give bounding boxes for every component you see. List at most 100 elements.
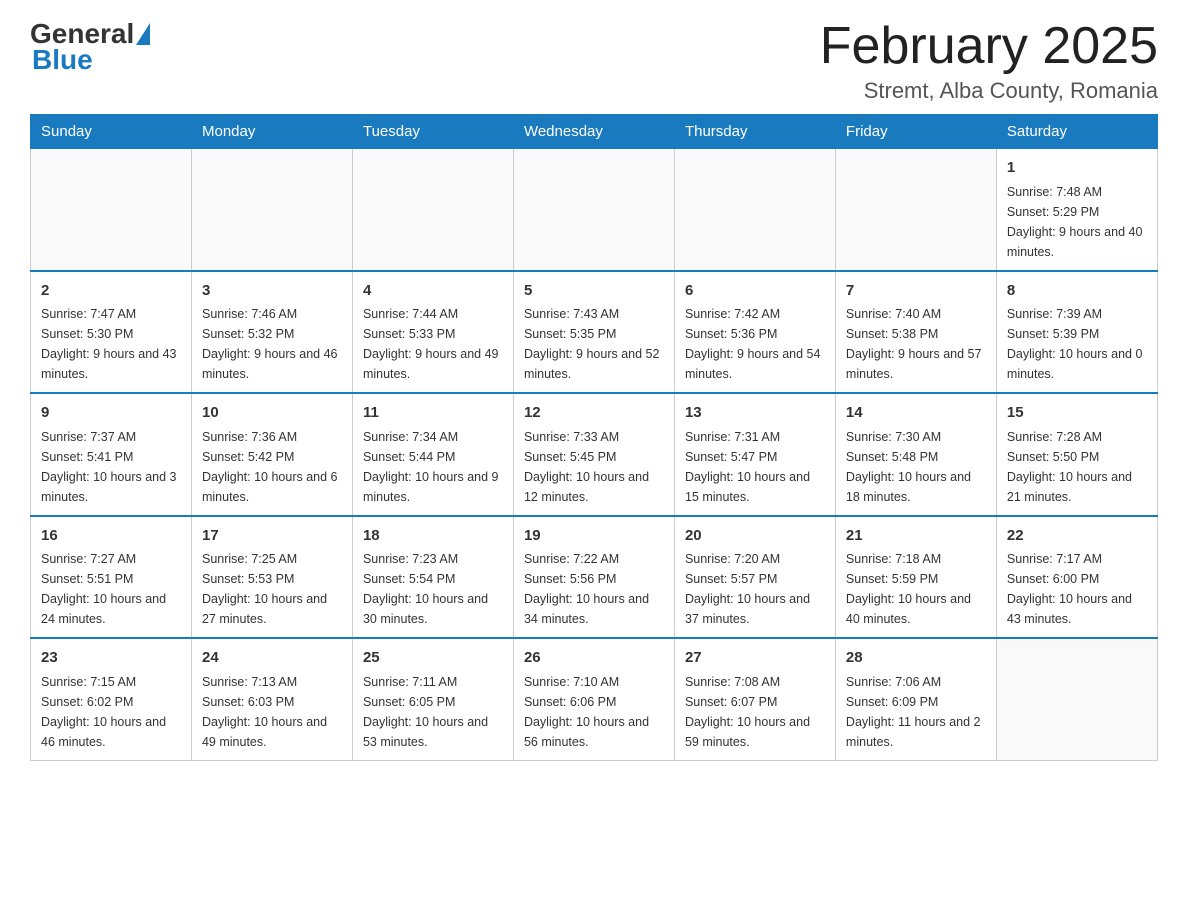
col-friday: Friday [835,115,996,149]
day-number: 25 [363,647,503,670]
logo-blue-text: Blue [30,44,93,76]
day-number: 27 [685,647,825,670]
day-number: 1 [1007,157,1147,180]
table-row [996,638,1157,760]
table-row: 9Sunrise: 7:37 AMSunset: 5:41 PMDaylight… [31,393,192,516]
table-row: 15Sunrise: 7:28 AMSunset: 5:50 PMDayligh… [996,393,1157,516]
table-row: 12Sunrise: 7:33 AMSunset: 5:45 PMDayligh… [513,393,674,516]
table-row: 21Sunrise: 7:18 AMSunset: 5:59 PMDayligh… [835,516,996,639]
day-number: 19 [524,525,664,548]
day-info: Sunrise: 7:33 AMSunset: 5:45 PMDaylight:… [524,427,664,507]
table-row: 3Sunrise: 7:46 AMSunset: 5:32 PMDaylight… [191,271,352,394]
page-header: General Blue February 2025 Stremt, Alba … [30,20,1158,104]
table-row: 7Sunrise: 7:40 AMSunset: 5:38 PMDaylight… [835,271,996,394]
day-info: Sunrise: 7:25 AMSunset: 5:53 PMDaylight:… [202,549,342,629]
month-title: February 2025 [820,20,1158,72]
day-number: 12 [524,402,664,425]
day-number: 21 [846,525,986,548]
col-sunday: Sunday [31,115,192,149]
table-row: 11Sunrise: 7:34 AMSunset: 5:44 PMDayligh… [352,393,513,516]
day-info: Sunrise: 7:30 AMSunset: 5:48 PMDaylight:… [846,427,986,507]
day-number: 2 [41,280,181,303]
day-info: Sunrise: 7:18 AMSunset: 5:59 PMDaylight:… [846,549,986,629]
table-row: 17Sunrise: 7:25 AMSunset: 5:53 PMDayligh… [191,516,352,639]
day-info: Sunrise: 7:44 AMSunset: 5:33 PMDaylight:… [363,304,503,384]
day-number: 5 [524,280,664,303]
table-row: 28Sunrise: 7:06 AMSunset: 6:09 PMDayligh… [835,638,996,760]
day-info: Sunrise: 7:48 AMSunset: 5:29 PMDaylight:… [1007,182,1147,262]
col-monday: Monday [191,115,352,149]
day-info: Sunrise: 7:06 AMSunset: 6:09 PMDaylight:… [846,672,986,752]
table-row [191,149,352,271]
table-row: 6Sunrise: 7:42 AMSunset: 5:36 PMDaylight… [674,271,835,394]
calendar-table: Sunday Monday Tuesday Wednesday Thursday… [30,114,1158,761]
day-info: Sunrise: 7:47 AMSunset: 5:30 PMDaylight:… [41,304,181,384]
day-info: Sunrise: 7:17 AMSunset: 6:00 PMDaylight:… [1007,549,1147,629]
day-info: Sunrise: 7:40 AMSunset: 5:38 PMDaylight:… [846,304,986,384]
day-info: Sunrise: 7:36 AMSunset: 5:42 PMDaylight:… [202,427,342,507]
table-row: 26Sunrise: 7:10 AMSunset: 6:06 PMDayligh… [513,638,674,760]
day-number: 18 [363,525,503,548]
table-row [513,149,674,271]
day-info: Sunrise: 7:31 AMSunset: 5:47 PMDaylight:… [685,427,825,507]
table-row [352,149,513,271]
day-number: 11 [363,402,503,425]
day-number: 17 [202,525,342,548]
table-row: 18Sunrise: 7:23 AMSunset: 5:54 PMDayligh… [352,516,513,639]
day-info: Sunrise: 7:39 AMSunset: 5:39 PMDaylight:… [1007,304,1147,384]
calendar-week-row: 23Sunrise: 7:15 AMSunset: 6:02 PMDayligh… [31,638,1158,760]
day-number: 15 [1007,402,1147,425]
day-info: Sunrise: 7:23 AMSunset: 5:54 PMDaylight:… [363,549,503,629]
location-subtitle: Stremt, Alba County, Romania [820,78,1158,104]
day-number: 10 [202,402,342,425]
table-row: 25Sunrise: 7:11 AMSunset: 6:05 PMDayligh… [352,638,513,760]
table-row: 19Sunrise: 7:22 AMSunset: 5:56 PMDayligh… [513,516,674,639]
table-row: 5Sunrise: 7:43 AMSunset: 5:35 PMDaylight… [513,271,674,394]
table-row: 1Sunrise: 7:48 AMSunset: 5:29 PMDaylight… [996,149,1157,271]
table-row: 22Sunrise: 7:17 AMSunset: 6:00 PMDayligh… [996,516,1157,639]
day-info: Sunrise: 7:42 AMSunset: 5:36 PMDaylight:… [685,304,825,384]
day-info: Sunrise: 7:11 AMSunset: 6:05 PMDaylight:… [363,672,503,752]
day-info: Sunrise: 7:15 AMSunset: 6:02 PMDaylight:… [41,672,181,752]
table-row: 24Sunrise: 7:13 AMSunset: 6:03 PMDayligh… [191,638,352,760]
day-info: Sunrise: 7:27 AMSunset: 5:51 PMDaylight:… [41,549,181,629]
table-row: 10Sunrise: 7:36 AMSunset: 5:42 PMDayligh… [191,393,352,516]
table-row: 13Sunrise: 7:31 AMSunset: 5:47 PMDayligh… [674,393,835,516]
logo: General Blue [30,20,152,76]
logo-triangle-icon [136,23,150,45]
col-tuesday: Tuesday [352,115,513,149]
col-saturday: Saturday [996,115,1157,149]
title-block: February 2025 Stremt, Alba County, Roman… [820,20,1158,104]
day-number: 16 [41,525,181,548]
day-number: 13 [685,402,825,425]
table-row: 16Sunrise: 7:27 AMSunset: 5:51 PMDayligh… [31,516,192,639]
day-info: Sunrise: 7:10 AMSunset: 6:06 PMDaylight:… [524,672,664,752]
day-info: Sunrise: 7:08 AMSunset: 6:07 PMDaylight:… [685,672,825,752]
table-row [835,149,996,271]
day-number: 8 [1007,280,1147,303]
calendar-week-row: 2Sunrise: 7:47 AMSunset: 5:30 PMDaylight… [31,271,1158,394]
day-info: Sunrise: 7:22 AMSunset: 5:56 PMDaylight:… [524,549,664,629]
table-row: 8Sunrise: 7:39 AMSunset: 5:39 PMDaylight… [996,271,1157,394]
day-number: 23 [41,647,181,670]
col-thursday: Thursday [674,115,835,149]
table-row [31,149,192,271]
col-wednesday: Wednesday [513,115,674,149]
table-row: 23Sunrise: 7:15 AMSunset: 6:02 PMDayligh… [31,638,192,760]
day-number: 3 [202,280,342,303]
day-number: 14 [846,402,986,425]
day-number: 26 [524,647,664,670]
table-row [674,149,835,271]
day-info: Sunrise: 7:37 AMSunset: 5:41 PMDaylight:… [41,427,181,507]
day-number: 6 [685,280,825,303]
day-number: 9 [41,402,181,425]
day-number: 24 [202,647,342,670]
day-number: 22 [1007,525,1147,548]
calendar-week-row: 1Sunrise: 7:48 AMSunset: 5:29 PMDaylight… [31,149,1158,271]
day-number: 4 [363,280,503,303]
day-info: Sunrise: 7:28 AMSunset: 5:50 PMDaylight:… [1007,427,1147,507]
table-row: 14Sunrise: 7:30 AMSunset: 5:48 PMDayligh… [835,393,996,516]
day-info: Sunrise: 7:43 AMSunset: 5:35 PMDaylight:… [524,304,664,384]
day-info: Sunrise: 7:34 AMSunset: 5:44 PMDaylight:… [363,427,503,507]
table-row: 4Sunrise: 7:44 AMSunset: 5:33 PMDaylight… [352,271,513,394]
